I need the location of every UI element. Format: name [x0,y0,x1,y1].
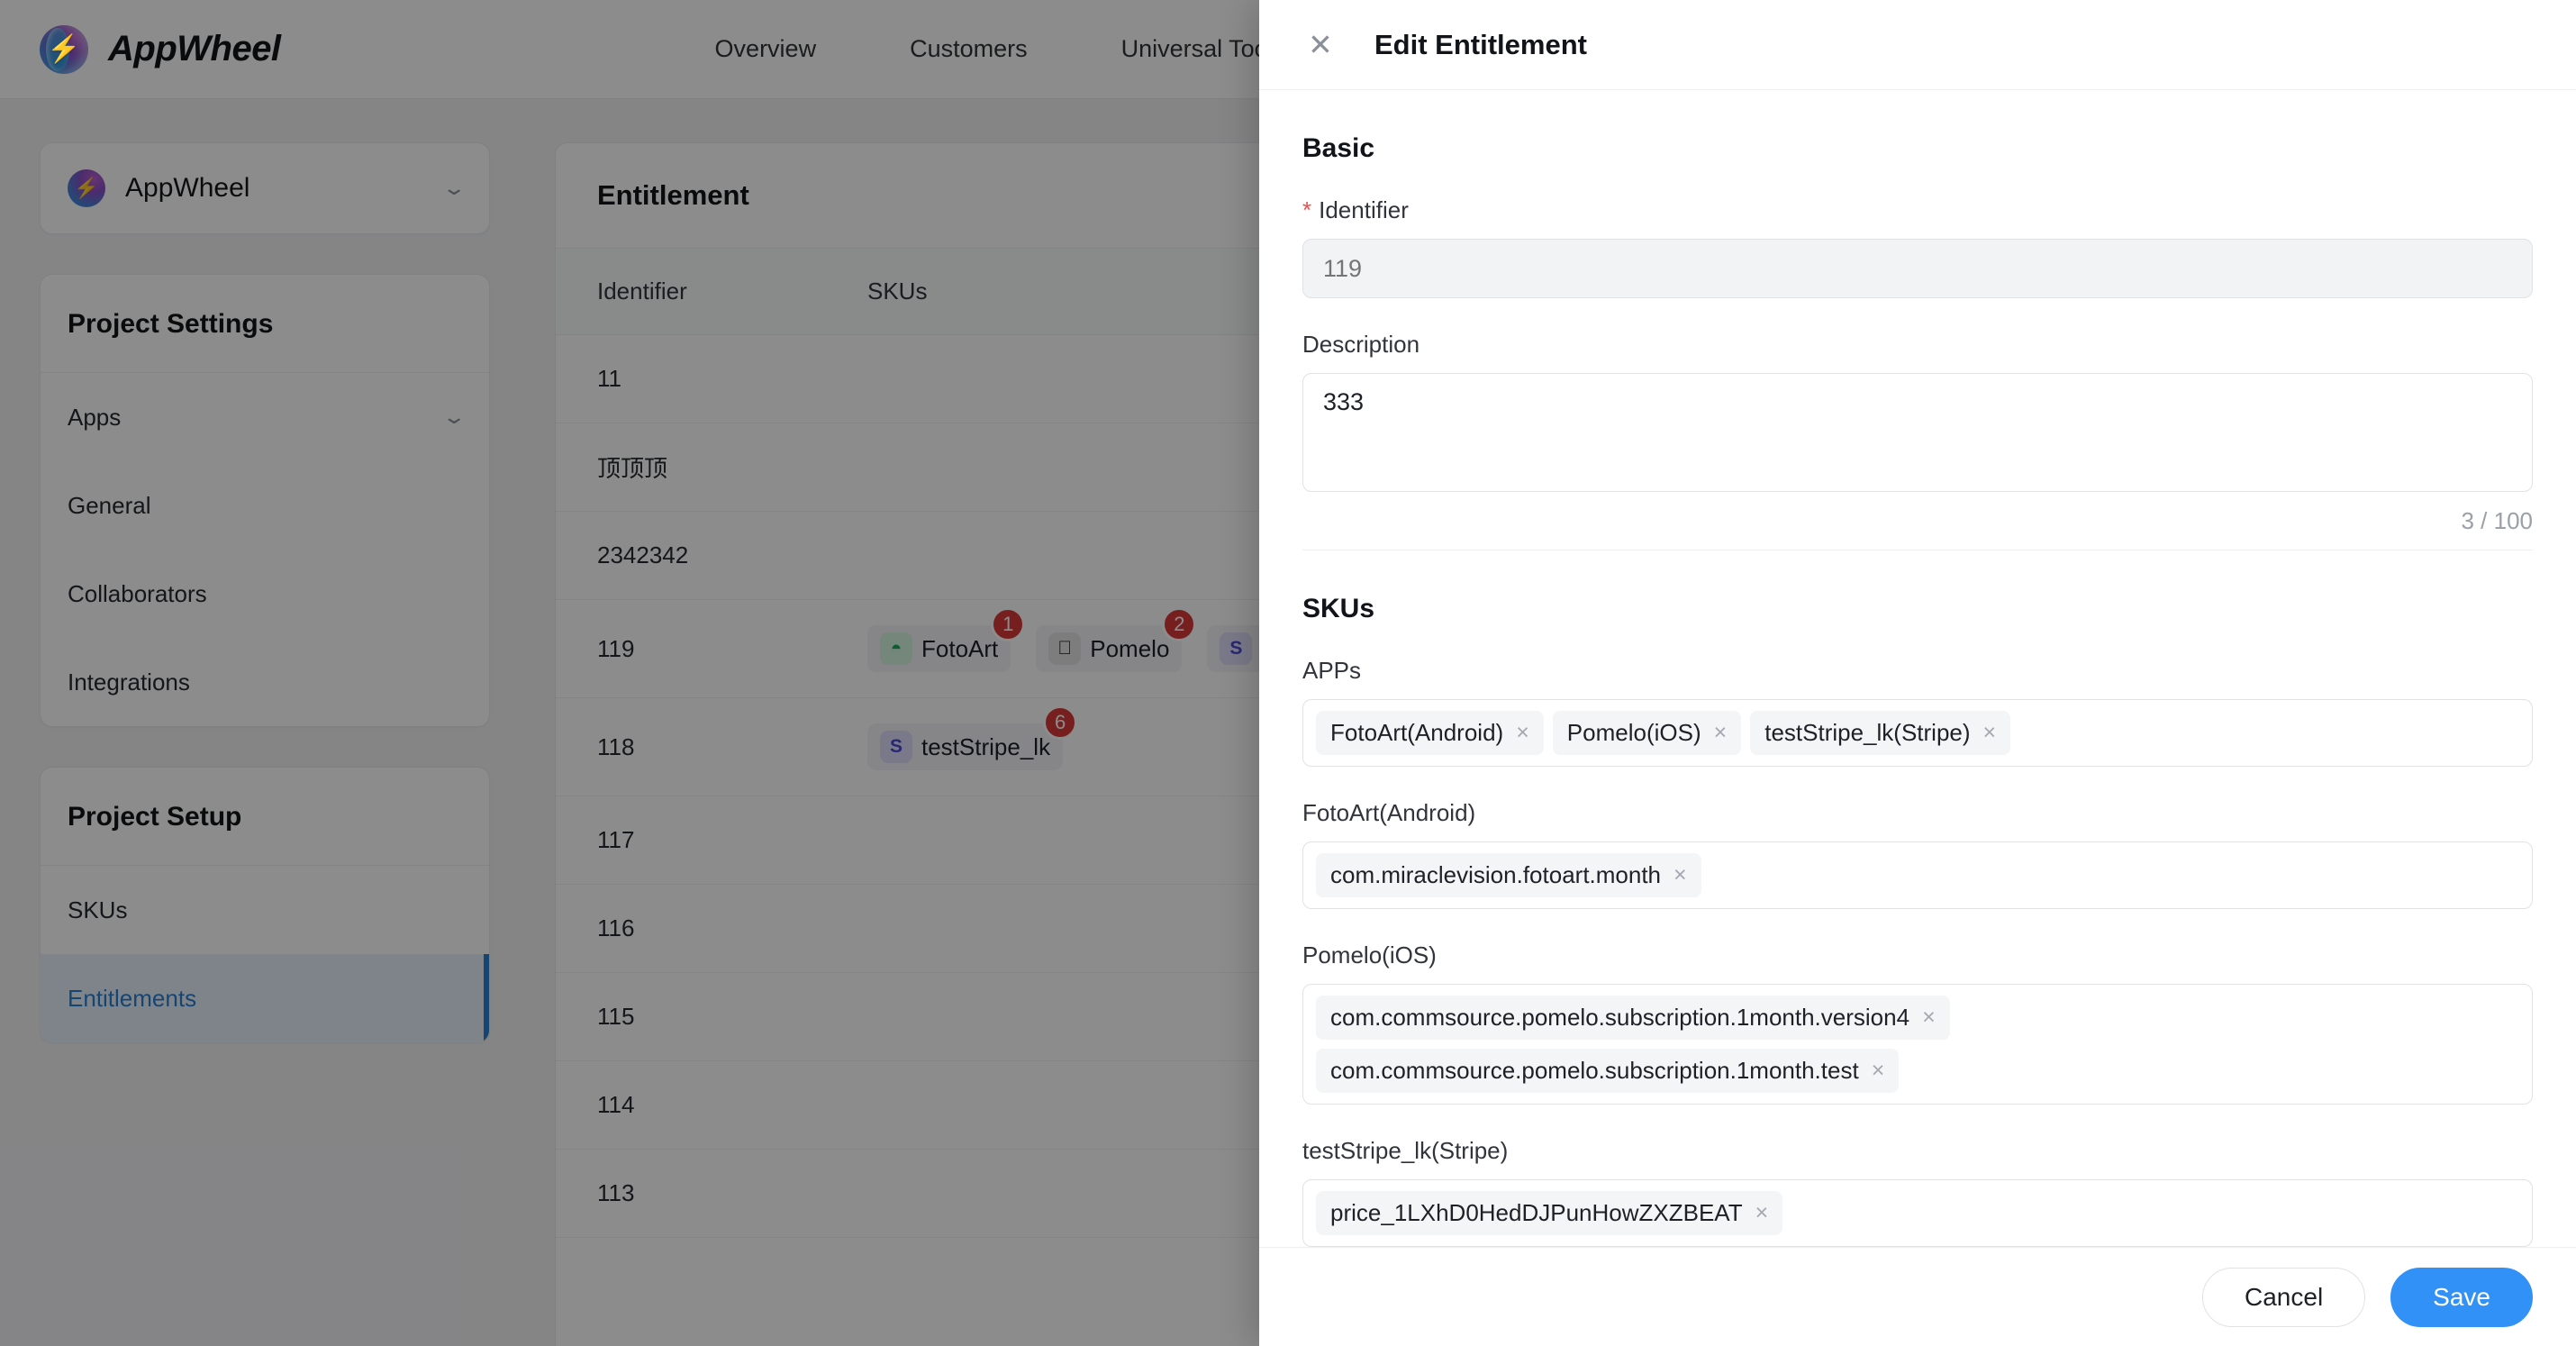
tag-label: price_1LXhD0HedDJPunHowZXZBEAT [1330,1199,1743,1227]
close-icon[interactable]: × [1922,1006,1936,1029]
drawer-header: ✕ Edit Entitlement [1259,0,2576,90]
label-fotoart-android: FotoArt(Android) [1302,799,2533,827]
tag-label: Pomelo(iOS) [1567,719,1701,747]
tag-label: FotoArt(Android) [1330,719,1503,747]
label-description: Description [1302,331,2533,359]
tag[interactable]: com.miraclevision.fotoart.month × [1316,853,1701,897]
tag[interactable]: testStripe_lk(Stripe) × [1750,711,2010,755]
tag[interactable]: price_1LXhD0HedDJPunHowZXZBEAT × [1316,1191,1782,1235]
identifier-input[interactable] [1302,239,2533,298]
close-icon[interactable]: × [1872,1060,1885,1082]
fotoart-sku-tag-input[interactable]: com.miraclevision.fotoart.month × [1302,841,2533,909]
tag-label: com.miraclevision.fotoart.month [1330,861,1661,889]
apps-tag-input[interactable]: FotoArt(Android) × Pomelo(iOS) × testStr… [1302,699,2533,767]
tag-label: com.commsource.pomelo.subscription.1mont… [1330,1057,1859,1085]
stripe-sku-tag-input[interactable]: price_1LXhD0HedDJPunHowZXZBEAT × [1302,1179,2533,1247]
description-textarea[interactable] [1302,373,2533,492]
label-apps: APPs [1302,657,2533,685]
close-icon[interactable]: × [1714,722,1728,744]
tag[interactable]: com.commsource.pomelo.subscription.1mont… [1316,1049,1899,1093]
label-teststripe-stripe: testStripe_lk(Stripe) [1302,1137,2533,1165]
section-heading-basic: Basic [1302,133,2533,164]
pomelo-sku-tag-input[interactable]: com.commsource.pomelo.subscription.1mont… [1302,984,2533,1105]
tag[interactable]: Pomelo(iOS) × [1553,711,1741,755]
lightning-bolt-icon: ⚡ [47,36,80,63]
tag-label: testStripe_lk(Stripe) [1764,719,1970,747]
label-identifier: *Identifier [1302,196,2533,224]
required-marker: * [1302,196,1311,223]
close-icon[interactable]: ✕ [1302,27,1338,63]
close-icon[interactable]: × [1673,864,1687,887]
section-heading-skus: SKUs [1302,594,2533,624]
close-icon[interactable]: × [1983,722,1997,744]
drawer-title: Edit Entitlement [1374,29,1587,61]
tag[interactable]: com.commsource.pomelo.subscription.1mont… [1316,996,1950,1040]
character-counter: 3 / 100 [1302,507,2533,535]
tag[interactable]: FotoArt(Android) × [1316,711,1544,755]
edit-entitlement-drawer: ✕ Edit Entitlement Basic *Identifier Des… [1259,0,2576,1346]
label-pomelo-ios: Pomelo(iOS) [1302,941,2533,969]
tag-label: com.commsource.pomelo.subscription.1mont… [1330,1004,1909,1032]
app-root: ⚡ AppWheel Overview Customers Universal … [0,0,2576,1346]
close-icon[interactable]: × [1755,1202,1769,1224]
close-icon[interactable]: × [1516,722,1529,744]
drawer-body: Basic *Identifier Description 3 / 100 SK… [1259,90,2576,1247]
save-button[interactable]: Save [2390,1268,2533,1327]
cancel-button[interactable]: Cancel [2202,1268,2365,1327]
drawer-footer: Cancel Save [1259,1247,2576,1346]
